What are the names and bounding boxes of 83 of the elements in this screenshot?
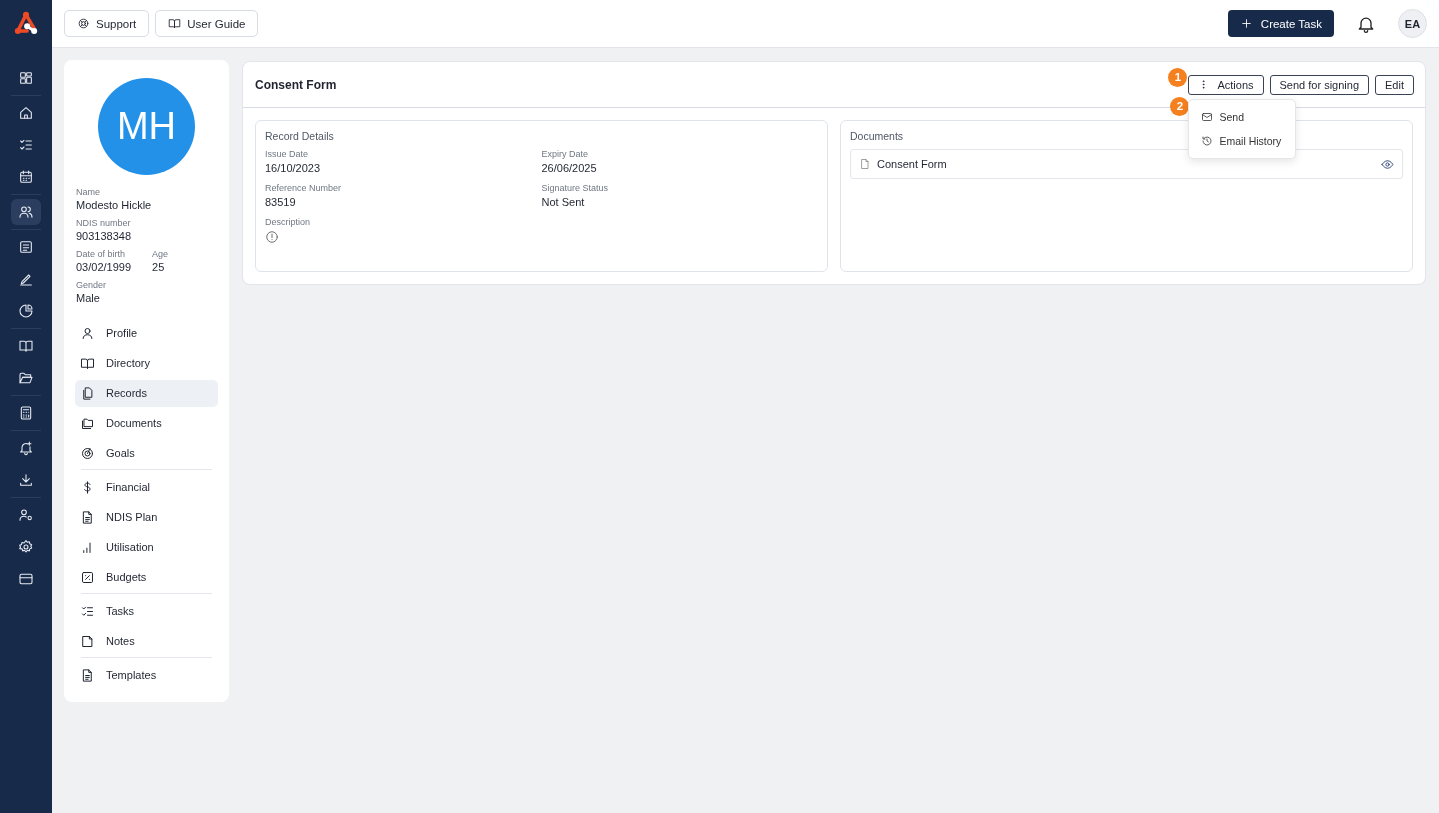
user-settings-icon (18, 507, 34, 523)
user-avatar[interactable]: EA (1398, 9, 1427, 38)
step-marker: 1 (1168, 67, 1188, 87)
menu-item[interactable]: Send (1189, 104, 1296, 129)
field-value: Not Sent (541, 196, 586, 208)
field-label: Issue Date (265, 149, 310, 159)
field-label: Age (152, 249, 169, 259)
credit-card-icon (18, 571, 34, 587)
field-value: 26/06/2025 (541, 162, 598, 174)
calendar-icon (18, 169, 34, 185)
view-button[interactable] (1381, 157, 1394, 171)
book-icon (80, 355, 95, 371)
bell-plus-icon (18, 440, 34, 456)
target-icon (80, 445, 95, 461)
dashboard-icon (18, 70, 34, 86)
sidebar-item[interactable]: Tasks (75, 597, 218, 625)
field-label: Reference Number (265, 183, 343, 193)
sidebar-item[interactable]: Utilisation (75, 533, 218, 561)
create-task-button[interactable]: Create Task (1227, 10, 1334, 37)
sidebar-item[interactable]: Notes (75, 627, 218, 655)
sidebar-item[interactable]: Goals (75, 439, 218, 467)
sidebar-item[interactable]: Financial (75, 473, 218, 501)
field-label: NDIS number (76, 218, 132, 228)
document-icon (80, 509, 95, 525)
sidebar-item[interactable]: Profile (75, 319, 218, 347)
document-row[interactable]: Consent Form (850, 149, 1403, 179)
book-icon (168, 17, 182, 30)
record-title: Consent Form (255, 77, 337, 92)
sidebar-item[interactable]: Documents (75, 409, 218, 437)
note-icon (80, 633, 95, 649)
sidebar-item[interactable]: Templates (75, 661, 218, 689)
rail-item[interactable] (11, 199, 41, 225)
pie-chart-icon (18, 303, 34, 319)
lifebuoy-icon (77, 17, 90, 30)
field-value: 25 (152, 261, 166, 273)
user-icon (80, 325, 95, 341)
top-button[interactable]: User Guide (155, 10, 259, 37)
field-value: 903138348 (76, 230, 132, 242)
home-icon (18, 105, 34, 121)
field-value: Modesto Hickle (76, 199, 152, 211)
list-icon (18, 239, 34, 255)
sidebar-item[interactable]: Budgets (75, 563, 218, 591)
users-icon (18, 204, 34, 220)
actions-button[interactable]: Actions (1188, 74, 1264, 95)
calculator-icon (18, 405, 34, 421)
field-label: Gender (76, 280, 107, 290)
book-icon (18, 338, 34, 354)
panel-title: Documents (850, 130, 904, 142)
settings-icon (18, 539, 34, 555)
folder-icon (18, 370, 34, 386)
folders-icon (80, 415, 95, 431)
document-name: Consent Form (877, 158, 948, 170)
copy-icon (80, 385, 95, 401)
top-button[interactable]: Support (64, 10, 150, 37)
field-label: Name (76, 187, 101, 197)
panel-title: Record Details (265, 130, 334, 142)
download-icon (18, 472, 34, 488)
action-button[interactable]: Edit (1375, 74, 1414, 95)
history-icon (1201, 134, 1214, 147)
field-value: 83519 (265, 196, 297, 208)
pen-icon (18, 271, 34, 287)
field-label: Expiry Date (541, 149, 590, 159)
field-value: 03/02/1999 (76, 261, 132, 273)
eye-icon (1381, 157, 1394, 171)
alert-icon (265, 230, 279, 244)
step-marker: 2 (1170, 96, 1190, 116)
sidebar-item[interactable]: NDIS Plan (75, 503, 218, 531)
action-button[interactable]: Send for signing (1269, 74, 1370, 95)
plus-icon (1239, 17, 1253, 30)
field-label: Description (265, 217, 312, 227)
field-value: Male (76, 292, 101, 304)
field-label: Date of birth (76, 249, 127, 259)
sidebar-item[interactable]: Directory (75, 349, 218, 377)
checklist-icon (80, 603, 95, 619)
mail-icon (1201, 110, 1214, 123)
checklist-icon (18, 137, 34, 153)
file-icon (859, 158, 871, 170)
sidebar-item[interactable]: Records (75, 379, 218, 407)
percent-icon (80, 569, 95, 585)
field-value: 16/10/2023 (265, 162, 322, 174)
document-icon (80, 667, 95, 683)
field-label: Signature Status (541, 183, 610, 193)
profile-avatar: MH (98, 78, 195, 175)
